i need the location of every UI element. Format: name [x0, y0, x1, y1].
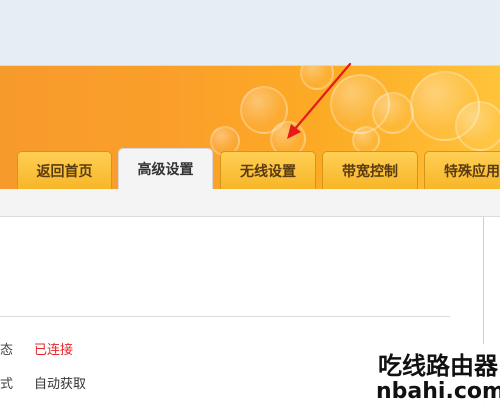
sub-nav-bar	[0, 189, 500, 217]
connection-mode-label: 式	[0, 377, 14, 392]
connection-status-value: 已连接	[34, 343, 74, 358]
tab-bandwidth-control[interactable]: 带宽控制	[322, 151, 418, 189]
connection-mode-value: 自动获取	[34, 377, 87, 392]
watermark-chinese-text: 吃线路由器	[378, 351, 498, 380]
tab-wireless-settings[interactable]: 无线设置	[220, 151, 316, 189]
watermark: 吃线路由器 nbahi.com	[372, 344, 500, 409]
banner-bubble	[372, 92, 414, 134]
nav-tabs: 返回首页 高级设置 无线设置 带宽控制 特殊应用	[0, 147, 500, 189]
tab-advanced-settings[interactable]: 高级设置	[118, 148, 213, 189]
tab-special-apps[interactable]: 特殊应用	[424, 151, 500, 189]
tab-home[interactable]: 返回首页	[17, 151, 112, 189]
banner-bubble	[455, 101, 500, 151]
banner-bubble	[300, 66, 334, 90]
connection-status-label: 态	[0, 343, 14, 358]
watermark-domain-text: nbahi.com	[376, 379, 500, 404]
section-divider	[0, 316, 450, 317]
browser-top-bar	[0, 0, 500, 66]
